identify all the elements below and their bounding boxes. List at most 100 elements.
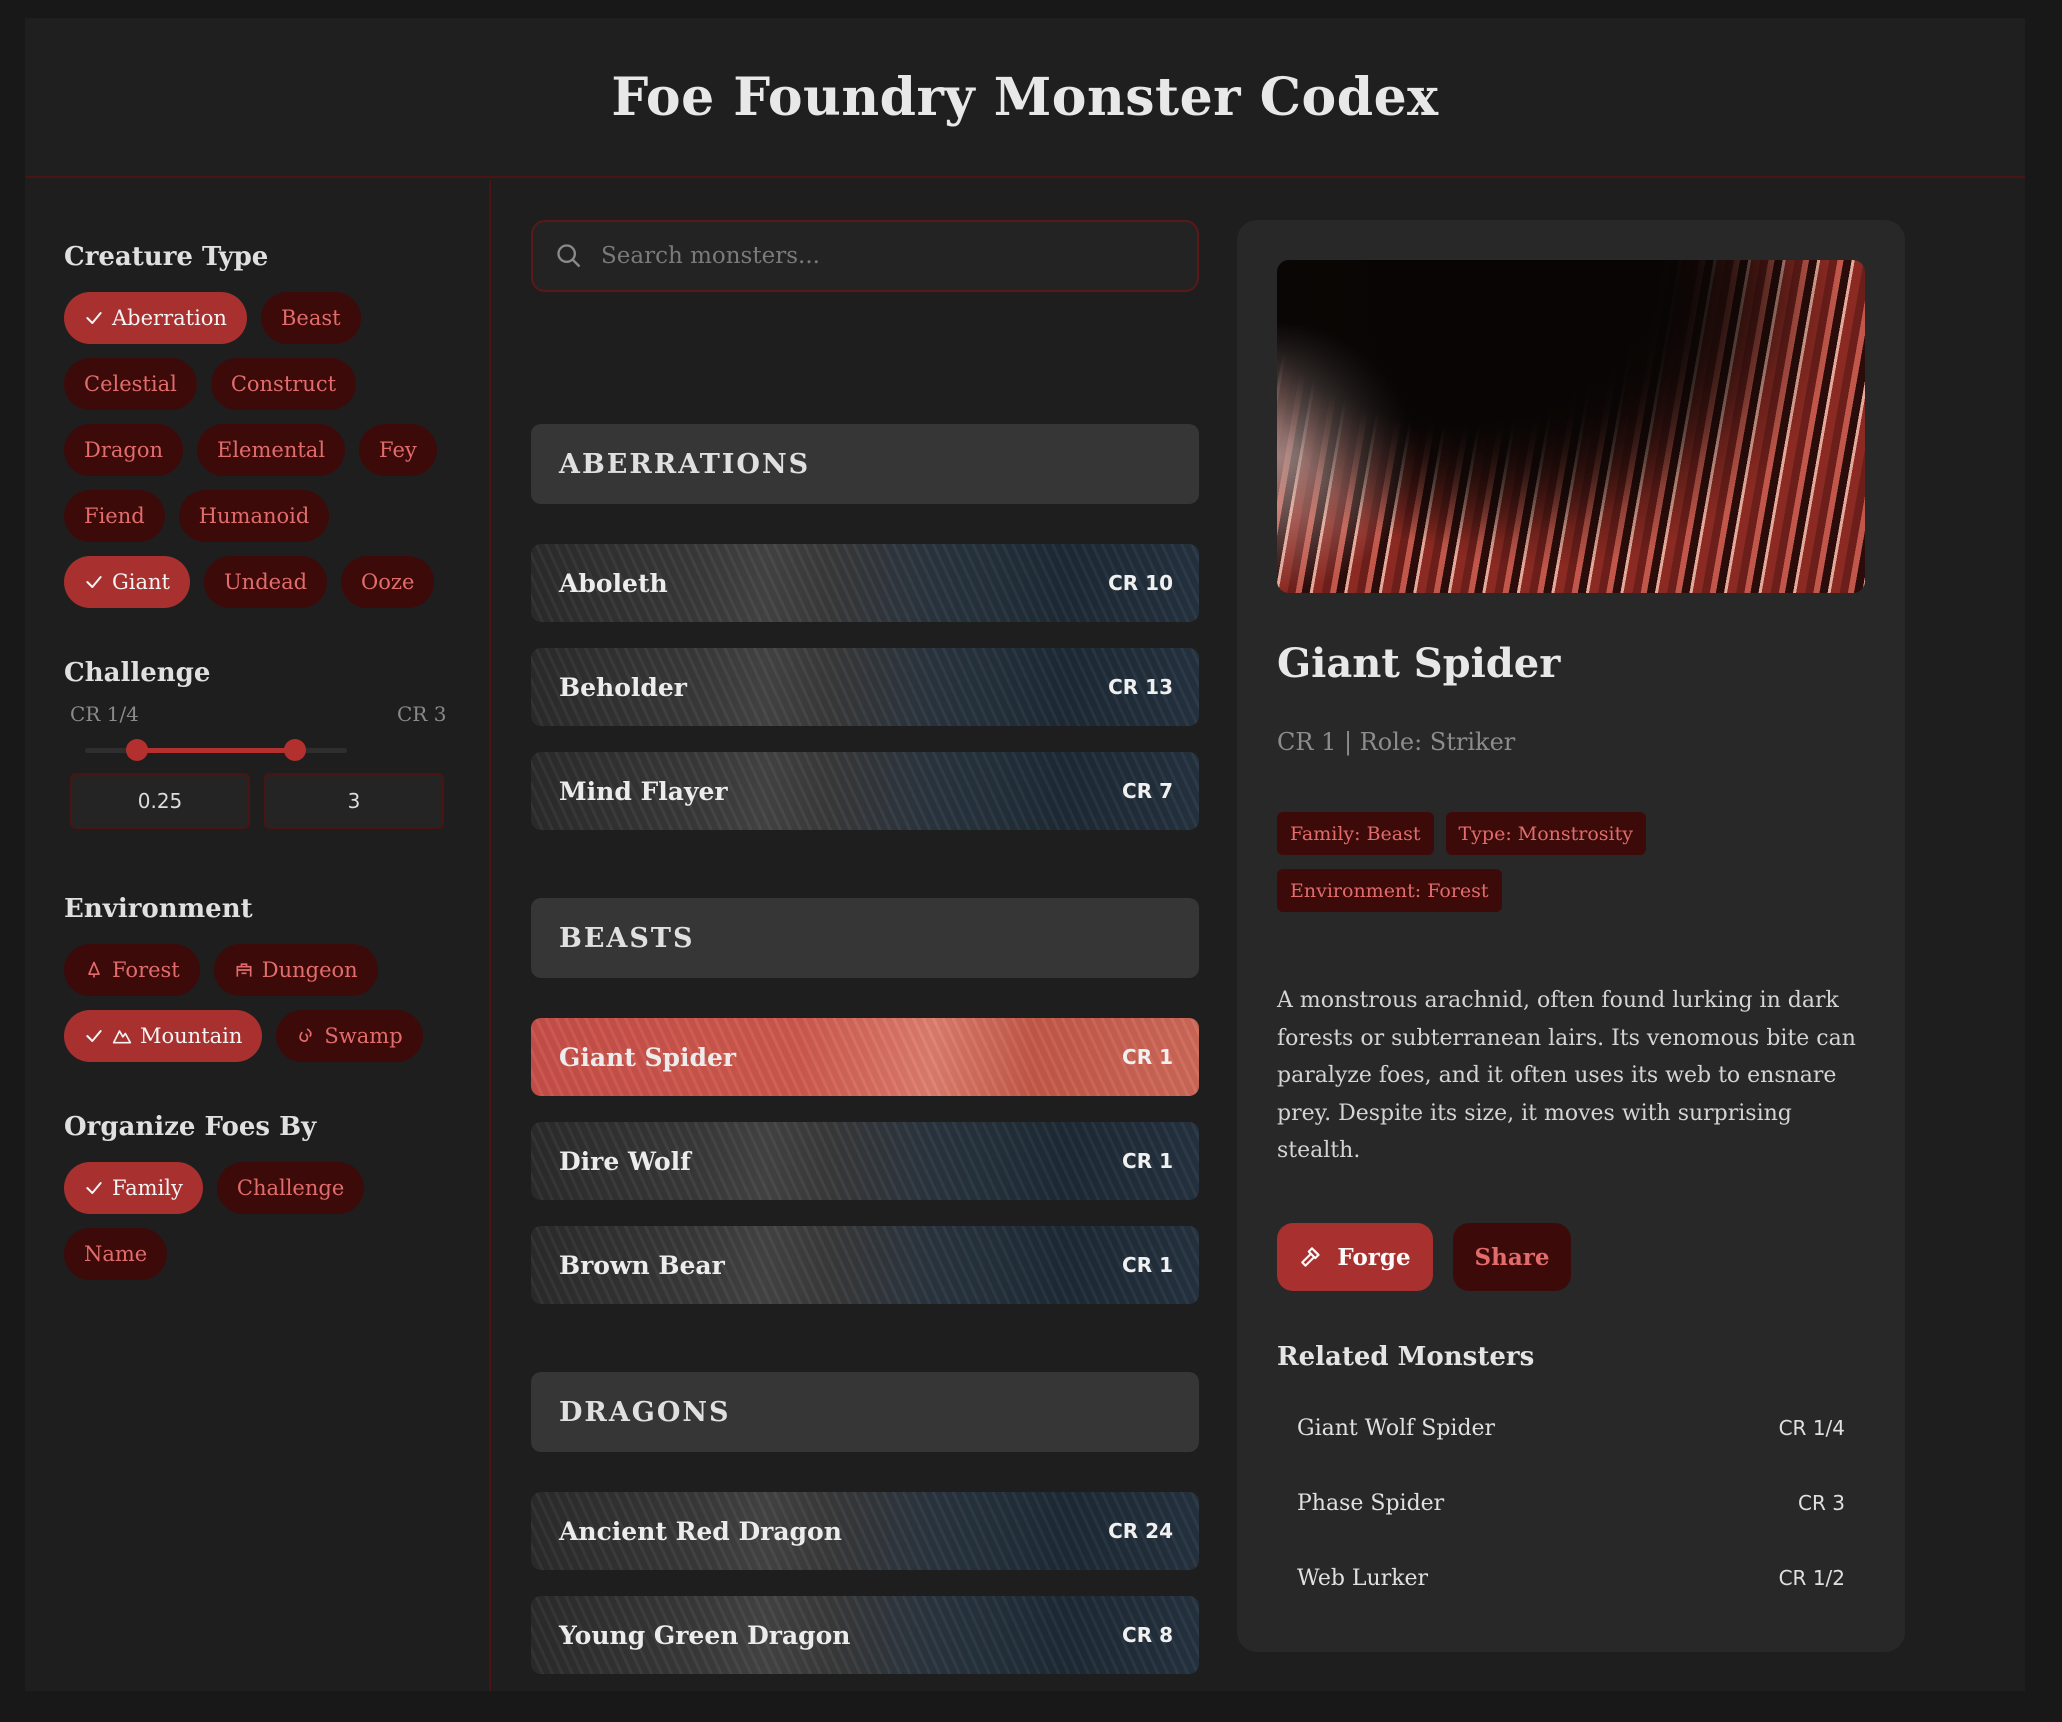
chip-label: Giant: [112, 570, 170, 594]
monster-row-cr: CR 8: [1122, 1623, 1173, 1647]
type-chip-elemental[interactable]: Elemental: [197, 424, 346, 476]
monster-tag: Family: Beast: [1277, 812, 1434, 855]
challenge-min-input[interactable]: 0.25: [70, 773, 250, 829]
monster-row-cr: CR 7: [1122, 779, 1173, 803]
chip-label: Mountain: [140, 1024, 243, 1048]
environment-chip-swamp[interactable]: Swamp: [276, 1010, 423, 1062]
monster-row[interactable]: Beholder CR 13: [531, 648, 1199, 726]
related-monster-name: Giant Wolf Spider: [1297, 1416, 1496, 1441]
chip-label: Dungeon: [261, 958, 358, 982]
monster-row[interactable]: Young Green Dragon CR 8: [531, 1596, 1199, 1674]
related-monster-item[interactable]: Phase Spider CR 3: [1297, 1491, 1845, 1516]
type-chip-fiend[interactable]: Fiend: [64, 490, 165, 542]
swamp-icon: [299, 1028, 313, 1042]
monster-name: Giant Spider: [1277, 640, 1561, 687]
chip-label: Ooze: [361, 570, 415, 594]
environment-chip-dungeon[interactable]: Dungeon: [213, 944, 378, 996]
monster-row-cr: CR 24: [1108, 1519, 1173, 1543]
chip-label: Celestial: [84, 372, 177, 396]
organize-chip-name[interactable]: Name: [64, 1228, 168, 1280]
challenge-slider[interactable]: [85, 739, 347, 761]
type-chip-construct[interactable]: Construct: [210, 358, 357, 410]
tree-icon: [88, 961, 100, 978]
mountain-icon: [112, 1030, 132, 1044]
hammer-icon: [1301, 1247, 1320, 1267]
related-monster-cr: CR 1/2: [1778, 1566, 1845, 1590]
type-chip-beast[interactable]: Beast: [260, 292, 361, 344]
challenge-title: Challenge: [64, 658, 211, 688]
check-icon: [86, 1030, 102, 1042]
related-monster-name: Web Lurker: [1297, 1566, 1429, 1591]
chip-label: Fey: [379, 438, 417, 462]
forge-label: Forge: [1337, 1243, 1411, 1271]
group-header-aberrations[interactable]: ABERRATIONS: [531, 424, 1199, 504]
forge-button[interactable]: Forge: [1277, 1223, 1433, 1291]
monster-row-name: Young Green Dragon: [559, 1620, 851, 1650]
challenge-min-label: CR 1/4: [70, 702, 139, 726]
environment-chip-mountain[interactable]: Mountain: [64, 1010, 263, 1062]
slider-max-handle[interactable]: [283, 739, 306, 761]
related-monster-item[interactable]: Web Lurker CR 1/2: [1297, 1566, 1845, 1591]
type-chip-celestial[interactable]: Celestial: [64, 358, 197, 410]
environment-chip-forest[interactable]: Forest: [64, 944, 200, 996]
type-chip-fey[interactable]: Fey: [359, 424, 437, 476]
search-icon: [557, 244, 581, 268]
chip-label: Swamp: [324, 1024, 403, 1048]
environment-title: Environment: [64, 894, 253, 924]
search-input[interactable]: Search monsters...: [531, 220, 1199, 292]
monster-row[interactable]: Brown Bear CR 1: [531, 1226, 1199, 1304]
dungeon-icon: [236, 963, 252, 977]
type-chip-ooze[interactable]: Ooze: [341, 556, 435, 608]
chip-label: Elemental: [217, 438, 326, 462]
monster-row-name: Beholder: [559, 672, 687, 702]
monster-tags: Family: Beast Type: Monstrosity Environmen…: [1277, 812, 1837, 912]
chip-label: Forest: [112, 958, 180, 982]
type-chip-dragon[interactable]: Dragon: [64, 424, 184, 476]
monster-row-name: Aboleth: [559, 568, 668, 598]
challenge-max-input[interactable]: 3: [264, 773, 444, 829]
share-label: Share: [1474, 1243, 1550, 1271]
app-window: Foe Foundry Monster Codex Creature Type …: [25, 18, 2025, 1691]
slider-min-handle[interactable]: [126, 739, 149, 761]
organize-chip-challenge[interactable]: Challenge: [216, 1162, 365, 1214]
related-monster-cr: CR 1/4: [1778, 1416, 1845, 1440]
chip-label: Undead: [223, 570, 308, 594]
slider-range-fill: [137, 748, 295, 753]
chip-label: Name: [84, 1242, 148, 1266]
group-header-dragons[interactable]: DRAGONS: [531, 1372, 1199, 1452]
related-monster-name: Phase Spider: [1297, 1491, 1445, 1516]
monster-row-cr: CR 13: [1108, 675, 1173, 699]
monster-row-name: Ancient Red Dragon: [559, 1516, 842, 1546]
monster-row[interactable]: Giant Spider CR 1: [531, 1018, 1199, 1096]
check-icon: [86, 312, 102, 324]
monster-row-name: Mind Flayer: [559, 776, 728, 806]
monster-description: A monstrous arachnid, often found lurkin…: [1277, 988, 1856, 1163]
monster-row[interactable]: Aboleth CR 10: [531, 544, 1199, 622]
related-monster-cr: CR 3: [1798, 1491, 1845, 1515]
type-chip-aberration[interactable]: Aberration: [64, 292, 247, 344]
monster-tag: Environment: Forest: [1277, 869, 1502, 912]
check-icon: [86, 576, 102, 588]
monster-row[interactable]: Mind Flayer CR 7: [531, 752, 1199, 830]
challenge-max-label: CR 3: [397, 702, 447, 726]
type-chip-giant[interactable]: Giant: [64, 556, 190, 608]
monster-row-cr: CR 1: [1122, 1253, 1173, 1277]
check-icon: [86, 1182, 102, 1194]
chip-label: Construct: [230, 372, 337, 396]
monster-artwork: [1277, 260, 1865, 593]
group-header-beasts[interactable]: BEASTS: [531, 898, 1199, 978]
type-chip-humanoid[interactable]: Humanoid: [178, 490, 330, 542]
monster-row[interactable]: Dire Wolf CR 1: [531, 1122, 1199, 1200]
type-chip-undead[interactable]: Undead: [203, 556, 328, 608]
monster-row-name: Dire Wolf: [559, 1146, 691, 1176]
monster-row-cr: CR 1: [1122, 1149, 1173, 1173]
monster-row[interactable]: Ancient Red Dragon CR 24: [531, 1492, 1199, 1570]
share-button[interactable]: Share: [1453, 1223, 1571, 1291]
monster-row-name: Brown Bear: [559, 1250, 725, 1280]
monster-row-cr: CR 10: [1108, 571, 1173, 595]
organize-chips: Family Challenge Name: [64, 1162, 464, 1280]
chip-label: Beast: [280, 306, 341, 330]
related-monster-item[interactable]: Giant Wolf Spider CR 1/4: [1297, 1416, 1845, 1441]
filter-sidebar: Creature Type Aberration Beast Celestial Co…: [25, 180, 491, 1691]
organize-chip-family[interactable]: Family: [64, 1162, 203, 1214]
